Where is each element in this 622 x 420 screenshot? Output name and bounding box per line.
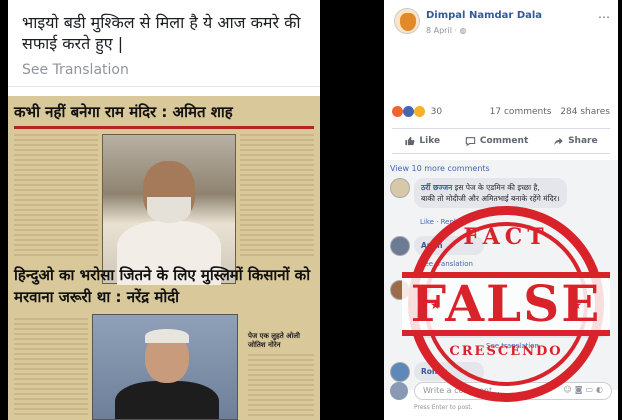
post-image-panel: भाइयो बडी मुश्किल से मिला है ये आज कमरे … xyxy=(8,0,320,420)
post-header: Dimpal Namdar Dala 8 April · ◍ ⋯ xyxy=(384,0,618,44)
commenter-avatar[interactable] xyxy=(390,362,410,382)
newspaper-side-caption: पेज एक लुहते ओली जोतिश नोरेन xyxy=(248,332,300,349)
news-column-right xyxy=(240,134,314,258)
comment-button[interactable]: Comment xyxy=(465,136,528,146)
share-arrow-icon xyxy=(554,137,563,146)
news-column-left xyxy=(14,134,98,258)
commenter-name[interactable]: ठर्री छज्जन xyxy=(421,183,452,192)
current-user-avatar xyxy=(390,382,408,400)
star-icon: ★ xyxy=(430,298,441,312)
newspaper-headline-1: कभी नहीं बनेगा राम मंदिर : अमित शाह xyxy=(14,103,233,121)
post-date[interactable]: 8 April · ◍ xyxy=(426,26,467,35)
politician-photo xyxy=(92,314,238,420)
see-translation-link[interactable]: See Translation xyxy=(8,54,320,87)
post-stats: 30 17 comments 284 shares xyxy=(384,104,618,122)
news-column-bottom-right xyxy=(248,354,314,418)
post-caption: भाइयो बडी मुश्किल से मिला है ये आज कमरे … xyxy=(22,13,301,53)
shares-count[interactable]: 284 shares xyxy=(560,107,610,117)
stamp-bottom-text: CRESCENDO xyxy=(449,344,563,359)
comment-bubble: ठर्री छज्जन इस पेज के एडमिन की इच्छा है,… xyxy=(414,178,567,208)
angry-reaction-icon xyxy=(392,106,403,117)
press-enter-hint: Press Enter to post. xyxy=(414,404,473,411)
speaker-photo xyxy=(102,134,236,285)
author-name[interactable]: Dimpal Namdar Dala xyxy=(426,10,542,21)
author-avatar[interactable] xyxy=(394,8,420,34)
star-icon: ★ xyxy=(571,298,582,312)
comments-count[interactable]: 17 comments xyxy=(490,107,552,117)
newspaper-headline-2: हिन्दुओ का भरोसा जितने के लिए मुस्लिमों … xyxy=(14,266,311,306)
like-reaction-icon xyxy=(402,106,414,117)
reaction-count: 30 xyxy=(430,106,443,117)
like-button[interactable]: Like xyxy=(404,136,440,146)
thumbs-up-icon xyxy=(405,136,415,146)
post-actions: Like Comment Share xyxy=(392,128,610,154)
stamp-top-text: FACT xyxy=(463,224,549,250)
news-column-bottom-left xyxy=(14,318,88,418)
share-button[interactable]: Share xyxy=(553,136,598,146)
comment-bubble-icon xyxy=(465,137,476,146)
commenter-avatar[interactable] xyxy=(390,236,410,256)
comment-text-line-2: बाकी तो मोदीजी और अमितभाई बनाके रहेंगे म… xyxy=(421,194,560,203)
haha-reaction-icon xyxy=(413,106,425,117)
comment-text: इस पेज के एडमिन की इच्छा है, xyxy=(454,183,540,192)
ellipsis-icon[interactable]: ⋯ xyxy=(598,10,610,24)
false-stamp: FACT FALSE CRESCENDO ★ ★ xyxy=(402,206,610,402)
headline-rule xyxy=(14,126,314,129)
view-more-comments-link[interactable]: View 10 more comments xyxy=(390,164,490,173)
newspaper-clipping: कभी नहीं बनेगा राम मंदिर : अमित शाह हिन्… xyxy=(8,96,320,420)
globe-icon: ◍ xyxy=(459,26,467,35)
reactions-summary[interactable]: 30 xyxy=(392,106,442,117)
commenter-avatar[interactable] xyxy=(390,178,410,198)
